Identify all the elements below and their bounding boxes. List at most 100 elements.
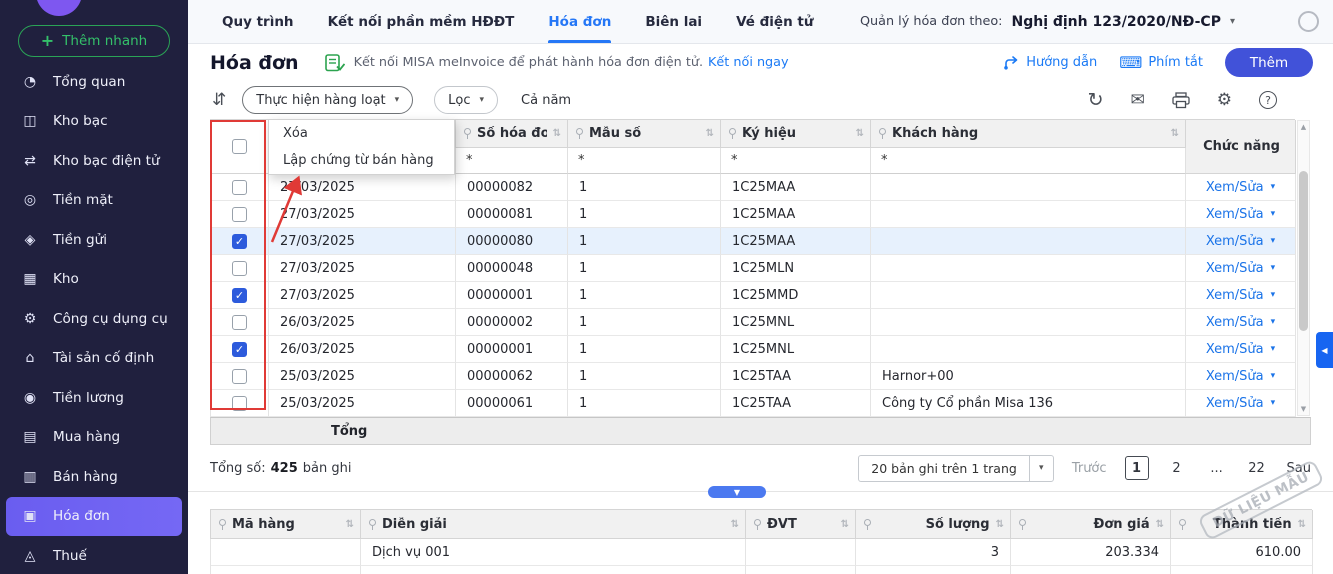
row-checkbox[interactable] <box>232 342 247 357</box>
row-checkbox[interactable] <box>232 369 247 384</box>
column-header-unit[interactable]: ĐVT ⇅ <box>746 510 856 539</box>
tab-3[interactable]: Hóa đơn <box>548 0 611 43</box>
decree-selector[interactable]: Nghị định 123/2020/NĐ-CP <box>1011 14 1220 30</box>
sort-sync-icon[interactable]: ⇵ <box>212 90 226 110</box>
filter-cell-symbol[interactable]: * <box>721 148 871 174</box>
view-edit-button[interactable]: Xem/Sửa▾ <box>1206 342 1275 357</box>
row-checkbox[interactable] <box>232 207 247 222</box>
add-invoice-button[interactable]: Thêm <box>1225 48 1313 77</box>
batch-menu-item-1[interactable]: Xóa <box>269 120 454 147</box>
invoice-date-cell: 27/03/2025 <box>269 201 456 228</box>
support-icon[interactable] <box>1298 11 1319 32</box>
batch-menu-item-2[interactable]: Lập chứng từ bán hàng <box>269 147 454 174</box>
filter-button[interactable]: Lọc ▾ <box>434 86 498 114</box>
symbol-cell: 1C25MAA <box>721 174 871 201</box>
sidebar-item-payroll[interactable]: ◉Tiền lương <box>0 378 188 418</box>
column-header-unit-price[interactable]: Đơn giá ⇅ <box>1011 510 1171 539</box>
help-icon[interactable]: ? <box>1259 91 1277 109</box>
sidebar-item-label: Tiền lương <box>53 390 124 406</box>
prev-page-button[interactable]: Trước <box>1072 461 1107 476</box>
sort-icon[interactable]: ⇅ <box>856 128 864 139</box>
sidebar-item-fixed-asset[interactable]: ⌂Tài sản cố định <box>0 339 188 379</box>
filter-cell-invoice-no[interactable]: * <box>456 148 568 174</box>
guide-button[interactable]: Hướng dẫn <box>1003 55 1097 70</box>
view-edit-button[interactable]: Xem/Sửa▾ <box>1206 396 1275 411</box>
expand-panel-tab[interactable]: ◀ <box>1316 332 1333 368</box>
sidebar-item-tax[interactable]: ◬Thuế <box>0 536 188 574</box>
sort-icon[interactable]: ⇅ <box>706 128 714 139</box>
sidebar-item-deposit[interactable]: ◈Tiền gửi <box>0 220 188 260</box>
sidebar-item-sales[interactable]: ▥Bán hàng <box>0 457 188 497</box>
customer-cell <box>871 309 1186 336</box>
column-header-quantity[interactable]: Số lượng ⇅ <box>856 510 1011 539</box>
row-checkbox[interactable] <box>232 180 247 195</box>
batch-actions-button[interactable]: Thực hiện hàng loạt ▾ <box>242 86 413 114</box>
sort-icon[interactable]: ⇅ <box>1156 519 1164 530</box>
column-header-form-no[interactable]: Mẫu số ⇅ <box>568 120 721 148</box>
sidebar-item-warehouse[interactable]: ▦Kho <box>0 260 188 300</box>
column-header-invoice-no[interactable]: Số hóa đơn ⇅ <box>456 120 568 148</box>
tab-1[interactable]: Quy trình <box>222 0 294 43</box>
page-header-actions: Hướng dẫn ⌨ Phím tắt Thêm <box>1003 48 1313 77</box>
page-button-2[interactable]: 2 <box>1165 456 1189 480</box>
pin-icon <box>1179 519 1186 526</box>
customer-cell <box>871 228 1186 255</box>
vertical-scrollbar[interactable]: ▲ ▼ <box>1297 120 1310 416</box>
row-checkbox[interactable] <box>232 315 247 330</box>
sidebar-item-e-treasury[interactable]: ⇄Kho bạc điện tử <box>0 141 188 181</box>
select-all-checkbox[interactable] <box>232 139 247 154</box>
settings-gear-icon[interactable]: ⚙ <box>1217 90 1232 110</box>
row-checkbox[interactable] <box>232 288 247 303</box>
page-button-1[interactable]: 1 <box>1125 456 1149 480</box>
view-edit-button[interactable]: Xem/Sửa▾ <box>1206 180 1275 195</box>
sidebar-item-cash[interactable]: ◎Tiền mặt <box>0 181 188 221</box>
invoice-number-cell: 00000080 <box>456 228 568 255</box>
column-header-item-code[interactable]: Mã hàng ⇅ <box>211 510 361 539</box>
sort-icon[interactable]: ⇅ <box>1298 519 1306 530</box>
view-edit-button[interactable]: Xem/Sửa▾ <box>1206 261 1275 276</box>
page-button-22[interactable]: 22 <box>1245 456 1269 480</box>
quick-add-button[interactable]: + Thêm nhanh <box>18 25 170 57</box>
refresh-icon[interactable]: ↻ <box>1088 89 1104 111</box>
chevron-down-icon[interactable]: ▾ <box>1230 16 1235 27</box>
scroll-down-icon[interactable]: ▼ <box>1298 405 1309 413</box>
filter-cell-customer[interactable]: * <box>871 148 1186 174</box>
sidebar-item-overview[interactable]: ◔Tổng quan <box>0 62 188 102</box>
view-edit-button[interactable]: Xem/Sửa▾ <box>1206 315 1275 330</box>
column-header-description[interactable]: Diễn giải ⇅ <box>361 510 746 539</box>
scrollbar-thumb[interactable] <box>1299 171 1308 331</box>
shortcut-label: Phím tắt <box>1148 55 1203 70</box>
page-size-select[interactable]: 20 bản ghi trên 1 trang ▾ <box>858 455 1054 482</box>
form-number-cell: 1 <box>568 282 721 309</box>
shortcut-button[interactable]: ⌨ Phím tắt <box>1119 55 1203 71</box>
view-edit-button[interactable]: Xem/Sửa▾ <box>1206 369 1275 384</box>
column-header-customer[interactable]: Khách hàng ⇅ <box>871 120 1186 148</box>
tab-5[interactable]: Vé điện tử <box>736 0 813 43</box>
sort-icon[interactable]: ⇅ <box>346 519 354 530</box>
sort-icon[interactable]: ⇅ <box>1171 128 1179 139</box>
connect-now-link[interactable]: Kết nối ngay <box>708 55 789 70</box>
row-checkbox[interactable] <box>232 234 247 249</box>
scroll-up-icon[interactable]: ▲ <box>1298 123 1309 131</box>
collapse-detail-button[interactable]: ▼ <box>708 486 766 498</box>
sort-icon[interactable]: ⇅ <box>841 519 849 530</box>
sidebar-item-purchasing[interactable]: ▤Mua hàng <box>0 418 188 458</box>
sort-icon[interactable]: ⇅ <box>996 519 1004 530</box>
row-checkbox[interactable] <box>232 396 247 411</box>
chevron-down-icon: ▾ <box>1029 456 1053 481</box>
sort-icon[interactable]: ⇅ <box>553 128 561 139</box>
sidebar-item-tools[interactable]: ⚙Công cụ dụng cụ <box>0 299 188 339</box>
sidebar-item-treasury[interactable]: ◫Kho bạc <box>0 102 188 142</box>
view-edit-button[interactable]: Xem/Sửa▾ <box>1206 288 1275 303</box>
filter-cell-form-no[interactable]: * <box>568 148 721 174</box>
sort-icon[interactable]: ⇅ <box>731 519 739 530</box>
email-icon[interactable]: ✉ <box>1131 90 1145 110</box>
view-edit-button[interactable]: Xem/Sửa▾ <box>1206 207 1275 222</box>
sidebar-item-invoice[interactable]: ▣Hóa đơn <box>6 497 182 537</box>
view-edit-button[interactable]: Xem/Sửa▾ <box>1206 234 1275 249</box>
row-checkbox[interactable] <box>232 261 247 276</box>
tab-2[interactable]: Kết nối phần mềm HĐĐT <box>328 0 515 43</box>
column-header-symbol[interactable]: Ký hiệu ⇅ <box>721 120 871 148</box>
printer-icon[interactable] <box>1172 92 1190 109</box>
tab-4[interactable]: Biên lai <box>645 0 702 43</box>
